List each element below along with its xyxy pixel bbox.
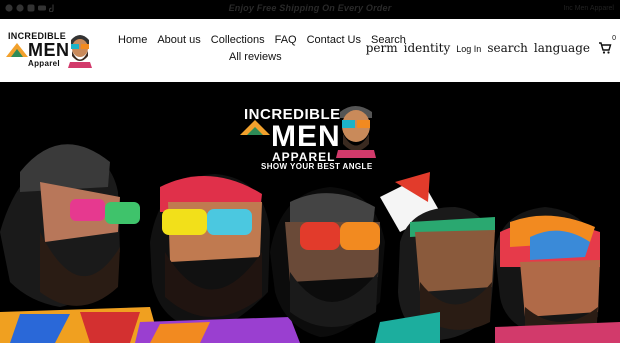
logo-face-icon (68, 35, 92, 68)
cart-button[interactable]: 0 (598, 35, 616, 55)
site-logo[interactable]: INCREDIBLE MEN Apparel (6, 31, 92, 75)
topbar-right-text: Inc Men Apparel (563, 5, 614, 12)
cart-icon (599, 42, 612, 54)
nav-contact-us[interactable]: Contact Us (307, 33, 361, 47)
logo-line2: MEN (28, 40, 70, 60)
nav-faq[interactable]: FAQ (275, 33, 297, 47)
nav-collections[interactable]: Collections (211, 33, 265, 47)
header-actions: perm identity Log In search language 0 (365, 35, 616, 55)
search-link[interactable]: search (487, 41, 528, 55)
hero-tagline: SHOW YOUR BEST ANGLE (261, 162, 373, 171)
hero-banner: INCREDIBLE MEN APPAREL SHOW YOUR BEST AN… (0, 82, 620, 343)
nav-home[interactable]: Home (118, 33, 147, 47)
language-selector[interactable]: language (534, 41, 590, 55)
hero-figure-3 (270, 187, 385, 337)
main-nav: Home About us Collections FAQ Contact Us… (118, 33, 406, 64)
identity-label: identity (403, 41, 451, 55)
nav-all-reviews[interactable]: All reviews (229, 50, 282, 64)
site-header: INCREDIBLE MEN Apparel Home About us Col… (0, 19, 620, 82)
hero-brand-line2: MEN (271, 120, 341, 153)
announcement-bar: Enjoy Free Shipping On Every Order Inc M… (0, 0, 620, 19)
hero-figure-5 (495, 207, 620, 343)
nav-about-us[interactable]: About us (157, 33, 200, 47)
logo-triangle-icon (6, 43, 28, 57)
login-link[interactable]: Log In (456, 44, 481, 54)
perm-label: perm (365, 41, 398, 55)
hero-figure-1 (0, 144, 160, 343)
hero-logo-face (336, 106, 376, 158)
logo-line3: Apparel (28, 59, 60, 68)
hero-figure-4 (375, 172, 495, 343)
announcement-text: Enjoy Free Shipping On Every Order (228, 3, 392, 13)
cart-count: 0 (612, 35, 616, 42)
